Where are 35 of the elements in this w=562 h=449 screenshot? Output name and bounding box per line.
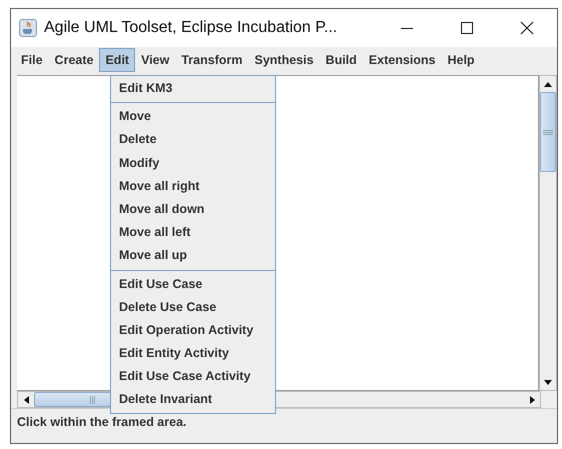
menu-option[interactable]: Move all up bbox=[111, 244, 275, 268]
menu-option[interactable]: Delete bbox=[111, 128, 275, 152]
scroll-left-arrow-icon[interactable] bbox=[24, 396, 28, 404]
grip-icon bbox=[90, 396, 94, 404]
menu-option[interactable]: Move all left bbox=[111, 221, 275, 244]
menu-option[interactable]: Edit Use Case bbox=[111, 272, 275, 296]
menu-item[interactable]: File bbox=[15, 48, 49, 72]
menu-option[interactable]: Move bbox=[111, 105, 275, 128]
status-text: Click within the framed area. bbox=[17, 415, 186, 429]
menu-item[interactable]: Build bbox=[320, 48, 363, 72]
close-icon bbox=[520, 21, 534, 35]
menu-option[interactable]: Edit Operation Activity bbox=[111, 318, 275, 342]
menu-option[interactable]: Delete Invariant bbox=[111, 388, 275, 412]
menu-option[interactable]: Delete Use Case bbox=[111, 296, 275, 319]
menu-item[interactable]: Extensions bbox=[362, 48, 442, 72]
scroll-up-arrow-icon[interactable] bbox=[544, 82, 552, 86]
menu-item[interactable]: Synthesis bbox=[248, 48, 320, 72]
menu-option[interactable]: Edit Use Case Activity bbox=[111, 365, 275, 388]
vertical-scrollbar[interactable] bbox=[539, 75, 557, 391]
menu-item[interactable]: Edit bbox=[99, 48, 136, 72]
menu-item[interactable]: Help bbox=[441, 48, 481, 72]
menu-option[interactable]: Edit Entity Activity bbox=[111, 342, 275, 366]
menu-option[interactable]: Move all down bbox=[111, 198, 275, 222]
window-title: Agile UML Toolset, Eclipse Incubation P... bbox=[44, 19, 338, 37]
scroll-down-arrow-icon[interactable] bbox=[544, 380, 552, 384]
scroll-right-arrow-icon[interactable] bbox=[530, 396, 534, 404]
grip-icon bbox=[543, 130, 553, 134]
maximize-icon bbox=[460, 21, 474, 35]
menu-option[interactable]: Move all right bbox=[111, 174, 275, 198]
java-cup-icon bbox=[19, 19, 37, 37]
menu-item[interactable]: View bbox=[135, 48, 176, 72]
menu-option[interactable]: Modify bbox=[111, 152, 275, 175]
menu-item[interactable]: Transform bbox=[175, 48, 248, 72]
menu-item[interactable]: Create bbox=[48, 48, 100, 72]
menu-option[interactable]: Edit KM3 bbox=[111, 77, 275, 100]
